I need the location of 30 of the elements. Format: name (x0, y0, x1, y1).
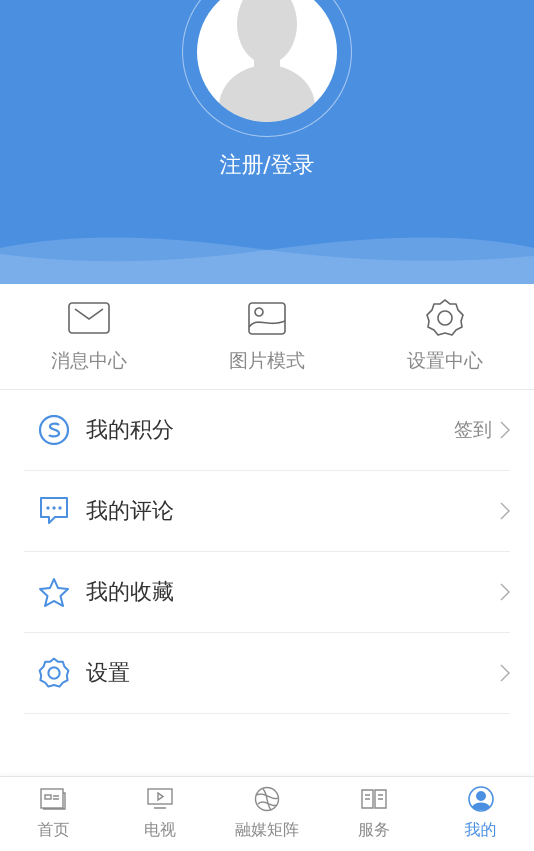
quick-action-button[interactable]: 设置中心 (356, 284, 534, 389)
tab-bar-item[interactable]: 首页 (0, 777, 107, 851)
globe-icon (254, 786, 280, 812)
menu-item[interactable]: 我的评论 (24, 471, 510, 552)
chevron-right-icon (500, 502, 510, 520)
tv-icon (147, 788, 174, 810)
menu-item[interactable]: 我的积分 签到 (24, 390, 510, 471)
comment-icon (38, 496, 70, 526)
settings-icon (425, 298, 465, 338)
envelope-icon (68, 302, 110, 334)
menu-item[interactable]: 设置 (24, 633, 510, 714)
check-in-label: 签到 (454, 418, 492, 443)
quick-action-button[interactable]: 消息中心 (0, 284, 178, 389)
chevron-right-icon (500, 664, 510, 682)
menu-item[interactable]: 我的收藏 (24, 552, 510, 633)
tab-bar-item[interactable]: 我的 (427, 777, 534, 851)
chevron-right-icon (500, 421, 510, 439)
chevron-right-icon (500, 583, 510, 601)
tab-bar-item[interactable]: 融媒矩阵 (214, 777, 320, 851)
star-icon (38, 576, 70, 608)
quick-action-button[interactable]: 图片模式 (178, 284, 356, 389)
settings-icon (38, 657, 70, 689)
image-icon (248, 302, 286, 335)
book-icon (360, 788, 387, 810)
user-avatar-icon (468, 786, 494, 812)
tab-bar-item[interactable]: 服务 (320, 777, 428, 851)
coin-icon (38, 414, 70, 446)
newspaper-icon (40, 788, 66, 810)
tab-bar-item[interactable]: 电视 (106, 777, 214, 851)
login-link[interactable]: 注册/登录 (219, 149, 315, 182)
